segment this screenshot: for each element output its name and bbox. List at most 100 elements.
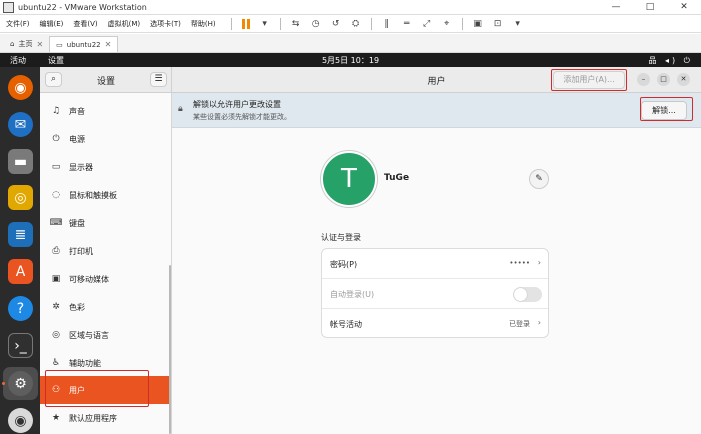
tab-ubuntu22-label: ubuntu22 xyxy=(66,40,101,49)
lock-icon: 🔒︎ xyxy=(178,104,183,114)
sidebar-header: ⌕ 设置 ☰ xyxy=(40,67,172,93)
sidebar-item-displays[interactable]: ▭ 显示器 xyxy=(40,153,171,181)
pause-icon[interactable] xyxy=(241,18,251,29)
clock[interactable]: 5月5日 10：19 xyxy=(0,55,701,66)
sidebar-item-label: 区域与语言 xyxy=(69,330,109,340)
row-value: 已登录 xyxy=(509,320,530,328)
section-title: 认证与登录 xyxy=(321,233,361,242)
toggle-knob xyxy=(514,288,527,301)
tab-close-icon[interactable]: ✕ xyxy=(105,40,112,49)
console-icon[interactable]: ▣ xyxy=(471,18,485,30)
row-label: 自动登录(U) xyxy=(330,290,375,299)
dropdown-arrow-icon[interactable]: ▾ xyxy=(258,18,272,30)
vmware-logo-icon xyxy=(3,1,14,13)
close-icon[interactable]: ✕ xyxy=(677,73,690,86)
toolbar-divider xyxy=(370,17,372,30)
menu-vm[interactable]: 虚拟机(M) xyxy=(108,19,141,29)
terminal-icon[interactable]: ›_ xyxy=(8,333,33,358)
library-icon[interactable]: ‖ xyxy=(380,18,394,30)
stretch-dropdown-icon[interactable]: ▾ xyxy=(511,18,525,30)
menu-edit[interactable]: 编辑(E) xyxy=(40,19,64,29)
account-activity-row[interactable]: 帐号活动 已登录 › xyxy=(322,309,548,339)
close-button[interactable]: ✕ xyxy=(667,2,701,12)
autologin-toggle[interactable] xyxy=(513,287,542,302)
accessibility-icon: ♿ xyxy=(51,358,61,368)
sidebar-item-label: 键盘 xyxy=(69,218,85,228)
maximize-icon[interactable]: □ xyxy=(657,73,670,86)
system-tray[interactable]: 品 ◂) ⏻ xyxy=(648,55,693,66)
thunderbird-icon[interactable]: ✉ xyxy=(8,112,33,137)
row-label: 帐号活动 xyxy=(330,320,362,329)
thumbnail-icon[interactable]: ═ xyxy=(400,18,414,30)
vmware-title-bar: ubuntu22 - VMware Workstation — □ ✕ xyxy=(0,0,701,15)
sidebar-item-label: 色彩 xyxy=(69,302,85,312)
sidebar-item-label: 电源 xyxy=(69,134,85,144)
dock: ◉ ✉ ▬ ◎ ≣ A ? ›_ ⚙ ◉ xyxy=(0,67,40,434)
hamburger-icon[interactable]: ☰ xyxy=(150,72,167,87)
banner-title: 解锁以允许用户更改设置 xyxy=(193,100,281,109)
vm-icon: ▭ xyxy=(56,40,63,49)
sidebar-item-label: 可移动媒体 xyxy=(69,274,109,284)
send-ctrl-alt-del-icon[interactable]: ⇆ xyxy=(289,18,303,30)
firefox-icon[interactable]: ◉ xyxy=(8,75,33,100)
menu-tabs[interactable]: 选项卡(T) xyxy=(150,19,181,29)
edit-name-pencil-icon[interactable]: ✎ xyxy=(529,169,549,189)
minimize-icon[interactable]: – xyxy=(637,73,650,86)
sidebar-item-label: 声音 xyxy=(69,106,85,116)
writer-icon[interactable]: ≣ xyxy=(8,222,33,247)
sidebar-item-default-apps[interactable]: ★ 默认应用程序 xyxy=(40,404,171,432)
revert-snapshot-icon[interactable]: ↺ xyxy=(329,18,343,30)
files-icon[interactable]: ▬ xyxy=(8,149,33,174)
sidebar-item-printers[interactable]: ⎙ 打印机 xyxy=(40,237,171,265)
sidebar-item-keyboard[interactable]: ⌨ 键盘 xyxy=(40,209,171,237)
tab-ubuntu22[interactable]: ▭ ubuntu22 ✕ xyxy=(49,36,119,52)
toolbar-divider xyxy=(279,17,281,30)
row-label: 密码(P) xyxy=(330,260,358,269)
tab-close-icon[interactable]: ✕ xyxy=(36,40,43,49)
music-note-icon: ♫ xyxy=(51,106,61,116)
maximize-button[interactable]: □ xyxy=(633,2,667,12)
menu-help[interactable]: 帮助(H) xyxy=(191,19,216,29)
sidebar-scrollbar[interactable] xyxy=(169,265,171,434)
vmware-menubar: 文件(F) 编辑(E) 查看(V) 虚拟机(M) 选项卡(T) 帮助(H) ▾ … xyxy=(0,15,701,33)
banner-subtitle: 某些设置必须先解锁才能更改。 xyxy=(193,113,291,121)
row-value: ••••• xyxy=(509,259,530,267)
chevron-right-icon: › xyxy=(537,258,541,267)
media-icon: ▣ xyxy=(51,274,61,284)
tab-home[interactable]: ⌂ 主页 ✕ xyxy=(4,36,49,52)
help-icon[interactable]: ? xyxy=(8,296,33,321)
sidebar-item-removable-media[interactable]: ▣ 可移动媒体 xyxy=(40,265,171,293)
password-row[interactable]: 密码(P) ••••• › xyxy=(322,249,548,279)
rhythmbox-icon[interactable]: ◎ xyxy=(8,185,33,210)
snapshot-manager-icon[interactable]: ⛭ xyxy=(349,18,363,30)
username: TuGe xyxy=(384,173,410,183)
software-icon[interactable]: A xyxy=(8,259,33,284)
sidebar-item-label: 默认应用程序 xyxy=(69,413,117,423)
menu-view[interactable]: 查看(V) xyxy=(73,19,97,29)
sidebar-item-mouse[interactable]: ◌ 鼠标和触摸板 xyxy=(40,181,171,209)
keyboard-icon: ⌨ xyxy=(49,218,63,228)
printer-icon: ⎙ xyxy=(52,246,60,256)
settings-gear-icon[interactable]: ⚙ xyxy=(8,371,33,396)
fullscreen-icon[interactable]: ⤢ xyxy=(420,18,434,30)
users-content: T TuGe ✎ 认证与登录 密码(P) ••••• › 自动登录(U) 帐号活… xyxy=(172,128,701,434)
minimize-button[interactable]: — xyxy=(599,2,633,12)
autologin-row: 自动登录(U) xyxy=(322,279,548,309)
toolbar-divider xyxy=(230,17,232,30)
sidebar-item-color[interactable]: ✲ 色彩 xyxy=(40,293,171,321)
sidebar-item-region-language[interactable]: ◎ 区域与语言 xyxy=(40,321,171,349)
unlock-banner: 🔒︎ 解锁以允许用户更改设置 某些设置必须先解锁才能更改。 解锁... xyxy=(172,93,701,128)
power-icon: ⏻ xyxy=(52,134,60,144)
sidebar-item-sound[interactable]: ♫ 声音 xyxy=(40,97,171,125)
gnome-top-bar: 活动 设置 5月5日 10：19 品 ◂) ⏻ xyxy=(0,53,701,67)
annotation-box-add-user xyxy=(551,69,627,91)
menu-file[interactable]: 文件(F) xyxy=(6,19,30,29)
snapshot-icon[interactable]: ◷ xyxy=(309,18,323,30)
mouse-icon: ◌ xyxy=(52,190,60,200)
disc-icon[interactable]: ◉ xyxy=(8,408,33,433)
tab-home-label: 主页 xyxy=(18,40,33,48)
stretch-icon[interactable]: ⊡ xyxy=(491,18,505,30)
unity-icon[interactable]: ⌖ xyxy=(440,18,454,30)
sidebar-item-power[interactable]: ⏻ 电源 xyxy=(40,125,171,153)
avatar[interactable]: T xyxy=(321,151,377,207)
